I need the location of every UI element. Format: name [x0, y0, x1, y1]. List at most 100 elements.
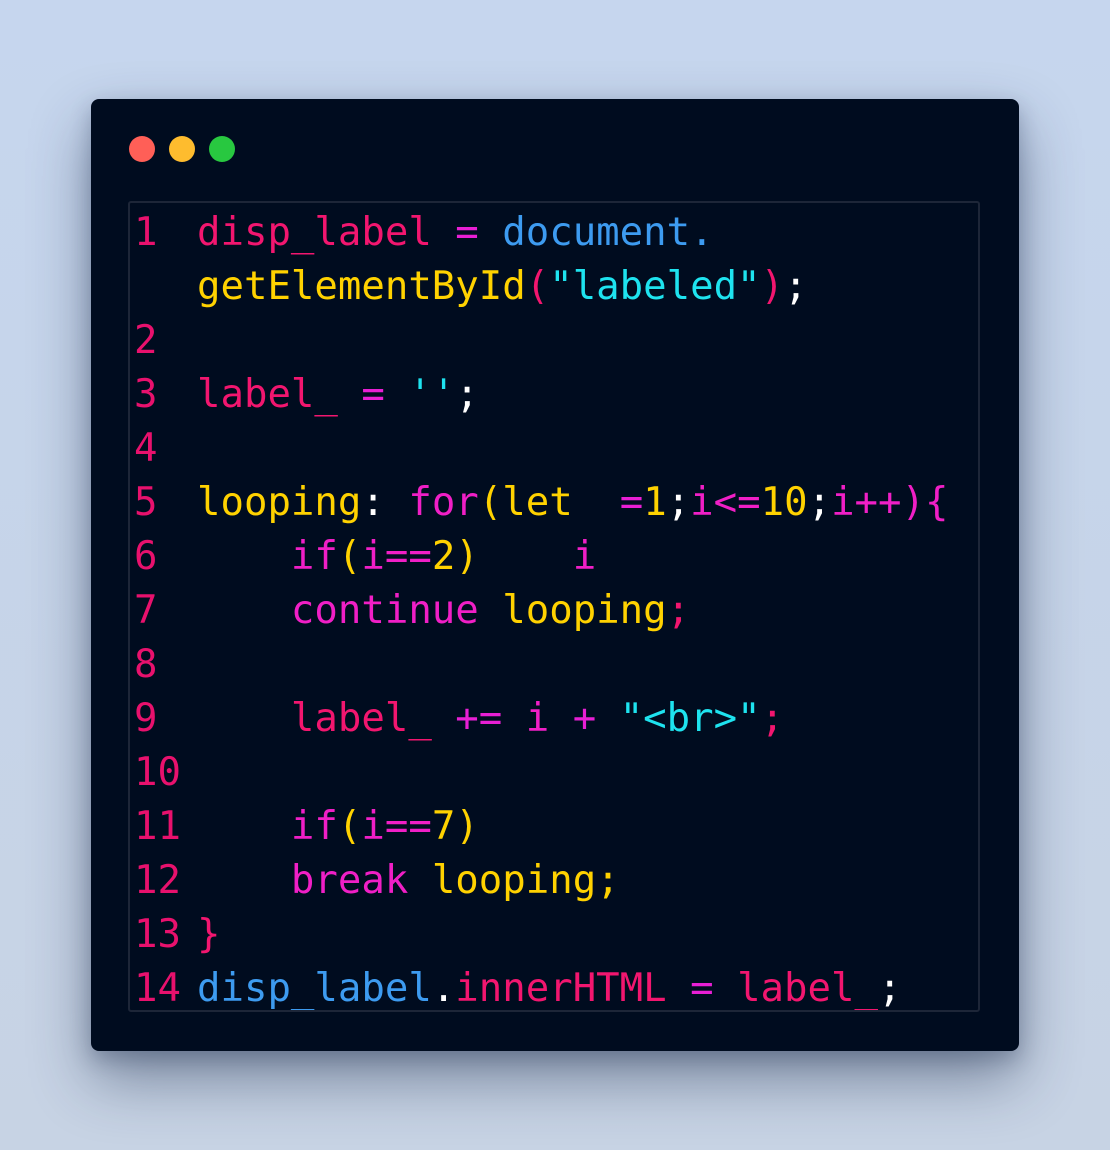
- line-number: 13: [134, 912, 181, 957]
- code-window: 1 disp_label = document. getElementById("l…: [91, 99, 1019, 1051]
- line-code: disp_label = document.: [197, 206, 714, 260]
- code-token-function: looping: [502, 588, 667, 633]
- code-token-punctuation: [502, 696, 525, 741]
- code-token-keyword: for: [408, 480, 479, 525]
- code-token-punctuation: [432, 696, 455, 741]
- code-token-identifier: label_: [197, 372, 338, 417]
- code-token-function: (: [478, 480, 503, 525]
- code-token-identifier: (: [525, 264, 550, 309]
- code-token-punctuation: .: [431, 966, 456, 1011]
- minimize-window-button[interactable]: [169, 136, 195, 162]
- code-token-punctuation: [573, 480, 620, 525]
- code-token-punctuation: ;: [877, 966, 902, 1011]
- line-code: continue looping;: [197, 584, 690, 638]
- code-token-operator: =: [619, 480, 644, 525]
- code-token-function: (: [337, 534, 362, 579]
- line-code: looping: for(let =1;i<=10;i++){: [197, 476, 948, 530]
- code-token-function: ): [455, 534, 479, 579]
- code-token-punctuation: [479, 588, 502, 633]
- code-token-function: 1: [643, 480, 667, 525]
- code-token-function: looping: [431, 858, 597, 903]
- code-token-function: 2: [431, 534, 456, 579]
- line-number: 12: [134, 858, 181, 903]
- code-token-function: ): [455, 804, 479, 849]
- line-code: if(i==2) i: [197, 530, 596, 584]
- code-token-property: .: [690, 210, 714, 255]
- code-token-function: 7: [431, 804, 456, 849]
- code-token-operator: +: [572, 696, 597, 741]
- code-editor[interactable]: 1 disp_label = document. getElementById("l…: [128, 201, 980, 1012]
- code-token-identifier: }: [197, 912, 221, 957]
- code-token-punctuation: [596, 696, 619, 741]
- line-number: 10: [134, 750, 181, 795]
- code-token-punctuation: [197, 696, 291, 741]
- code-token-identifier: innerHTML: [455, 966, 667, 1011]
- window-controls: [129, 136, 235, 162]
- code-token-operator: =: [361, 372, 385, 417]
- line-code: getElementById("labeled");: [197, 260, 808, 314]
- code-token-identifier: label_: [737, 966, 878, 1011]
- code-token-keyword: if: [290, 804, 338, 849]
- code-token-punctuation: [479, 534, 573, 579]
- line-number: 11: [134, 804, 181, 849]
- line-number: 1: [134, 210, 158, 255]
- line-number: 8: [134, 642, 158, 687]
- code-token-function: looping: [197, 480, 362, 525]
- code-token-keyword: break: [290, 858, 409, 903]
- code-token-keyword: i++){: [831, 480, 949, 525]
- code-token-punctuation: [385, 372, 408, 417]
- zoom-window-button[interactable]: [209, 136, 235, 162]
- line-number: 5: [134, 480, 158, 525]
- code-token-identifier: label_: [290, 696, 432, 741]
- close-window-button[interactable]: [129, 136, 155, 162]
- code-token-punctuation: [197, 858, 291, 903]
- code-token-keyword: i: [525, 696, 550, 741]
- code-token-identifier: disp_label: [197, 210, 432, 255]
- code-token-punctuation: [197, 588, 291, 633]
- code-token-function: 10: [760, 480, 808, 525]
- line-code: }: [197, 908, 220, 962]
- code-token-punctuation: [432, 210, 455, 255]
- line-code: disp_label.innerHTML = label_;: [197, 962, 902, 1011]
- line-code: label_ += i + "<br>";: [197, 692, 784, 746]
- code-token-punctuation: [408, 858, 431, 903]
- line-number: 2: [134, 318, 158, 363]
- code-token-punctuation: [549, 696, 572, 741]
- code-token-operator: =: [455, 210, 479, 255]
- code-token-identifier: ): [760, 264, 785, 309]
- code-token-punctuation: ;: [455, 372, 479, 417]
- code-token-punctuation: [197, 804, 291, 849]
- code-token-function: (: [337, 804, 362, 849]
- code-token-string: "labeled": [549, 264, 761, 309]
- code-token-punctuation: :: [361, 480, 409, 525]
- code-token-keyword: i: [572, 534, 597, 579]
- line-number: 14: [134, 966, 181, 1011]
- code-token-punctuation: [197, 534, 291, 579]
- code-token-operator: =: [690, 966, 714, 1011]
- code-token-property: disp_label: [197, 966, 432, 1011]
- code-token-keyword: continue: [290, 588, 479, 633]
- code-token-string: "<br>": [619, 696, 761, 741]
- code-token-identifier: ;: [760, 696, 785, 741]
- line-number: 9: [134, 696, 158, 741]
- code-token-punctuation: ;: [666, 480, 691, 525]
- code-token-keyword: if: [290, 534, 338, 579]
- code-token-operator: +=: [455, 696, 503, 741]
- code-token-punctuation: ;: [784, 264, 808, 309]
- code-token-function: let: [502, 480, 573, 525]
- code-token-punctuation: [479, 210, 502, 255]
- code-token-function: ;: [596, 858, 620, 903]
- code-token-function: getElementById: [197, 264, 526, 309]
- line-code: break looping;: [197, 854, 620, 908]
- code-token-punctuation: ;: [807, 480, 832, 525]
- line-number: 7: [134, 588, 158, 633]
- line-code: label_ = '';: [197, 368, 479, 422]
- code-token-string: '': [408, 372, 456, 417]
- code-token-punctuation: [667, 966, 690, 1010]
- code-token-keyword: i==: [361, 804, 432, 849]
- line-number: 4: [134, 426, 158, 471]
- code-token-keyword: i==: [361, 534, 432, 579]
- code-token-property: document: [502, 210, 691, 255]
- code-token-keyword: i<=: [690, 480, 761, 525]
- code-token-identifier: ;: [666, 588, 691, 633]
